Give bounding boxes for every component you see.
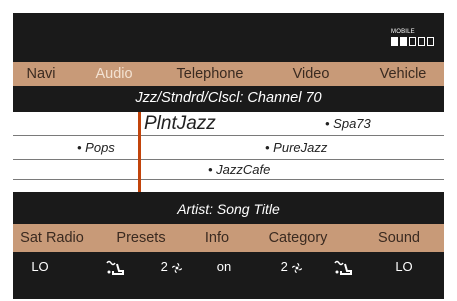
signal-bar [400, 37, 407, 46]
fan-icon [292, 262, 303, 273]
top-menu-bar: Navi Audio Telephone Video Vehicle [13, 62, 444, 86]
fan-icon [172, 262, 183, 273]
mobile-signal-indicator: MOBILE [389, 29, 437, 51]
category-button[interactable]: Category [259, 224, 337, 252]
signal-bar [418, 37, 425, 46]
sat-radio-button[interactable]: Sat Radio [17, 224, 87, 252]
ac-status[interactable]: on [211, 254, 237, 280]
climate-status-row: LO 2 on 2 LO [13, 254, 444, 280]
presets-button[interactable]: Presets [109, 224, 173, 252]
signal-bar [391, 37, 398, 46]
channel-item-pops[interactable]: • Pops [77, 136, 115, 159]
bottom-menu-bar: Sat Radio Presets Info Category Sound [13, 224, 444, 252]
signal-bar [427, 37, 434, 46]
right-temp: LO [395, 259, 413, 274]
now-playing-artist-title: Artist: Song Title [177, 201, 280, 217]
mobile-label: MOBILE [391, 29, 415, 35]
selection-cursor [138, 112, 141, 192]
tab-video[interactable]: Video [283, 62, 339, 86]
channel-item-purejazz[interactable]: • PureJazz [265, 136, 327, 159]
tab-audio[interactable]: Audio [83, 62, 145, 86]
info-button[interactable]: Info [197, 224, 237, 252]
fan-right-speed: 2 [280, 259, 288, 274]
sound-button[interactable]: Sound [371, 224, 427, 252]
channel-item-jazzcafe[interactable]: • JazzCafe [208, 160, 270, 180]
tab-vehicle[interactable]: Vehicle [367, 62, 439, 86]
channel-list: PlntJazz • Spa73 • Pops • PureJazz • Jaz… [13, 112, 444, 192]
signal-bars-icon [391, 37, 434, 46]
seat-heat-icon[interactable] [331, 254, 355, 280]
channel-item-plntjazz[interactable]: PlntJazz [144, 112, 216, 135]
channel-item-spa73[interactable]: • Spa73 [325, 112, 371, 135]
fan-left-speed: 2 [160, 259, 168, 274]
infotainment-screen: MOBILE Navi Audio Telephone Video Vehicl… [13, 13, 444, 299]
signal-bar [409, 37, 416, 46]
channel-header: Jzz/Stndrd/Clscl: Channel 70 [135, 90, 322, 106]
fan-right-indicator[interactable]: 2 [273, 254, 311, 280]
tab-navi[interactable]: Navi [19, 62, 63, 86]
left-temp: LO [31, 259, 49, 274]
tab-telephone[interactable]: Telephone [165, 62, 255, 86]
seat-heat-icon[interactable] [103, 254, 127, 280]
fan-left-indicator[interactable]: 2 [153, 254, 191, 280]
